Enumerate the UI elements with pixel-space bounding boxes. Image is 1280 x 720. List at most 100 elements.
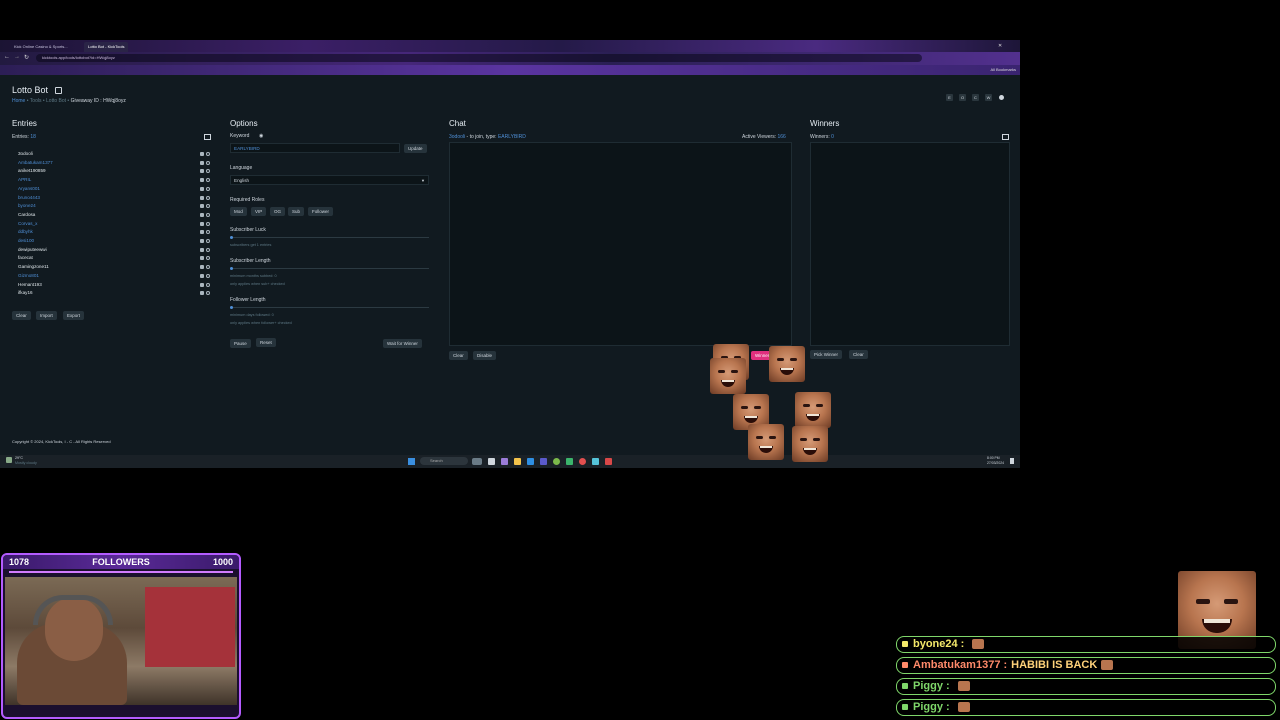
chrome-icon[interactable]: [579, 458, 586, 465]
info-entry-icon[interactable]: [206, 273, 210, 278]
info-entry-icon[interactable]: [206, 152, 210, 156]
start-icon[interactable]: [408, 458, 415, 465]
address-input[interactable]: kicktools.app/tools/lottobot?id=HWqj8oyz: [36, 54, 922, 62]
pause-button[interactable]: Pause: [230, 339, 251, 348]
keyword-input[interactable]: EARLYBIRD: [230, 143, 400, 153]
eye-icon[interactable]: ◉: [259, 133, 263, 139]
role-follower-button[interactable]: Follower: [308, 207, 334, 216]
delete-entry-icon[interactable]: [200, 212, 204, 217]
info-entry-icon[interactable]: [206, 256, 210, 261]
info-entry-icon[interactable]: [206, 212, 210, 217]
taskbar-app-1-icon[interactable]: [472, 458, 482, 465]
info-entry-icon[interactable]: [206, 169, 210, 174]
copy-winners-icon[interactable]: [1002, 134, 1009, 140]
forward-icon[interactable]: →: [14, 54, 20, 60]
wait-for-winner-button[interactable]: Wait for Winner: [383, 339, 422, 348]
taskbar-app-6-icon[interactable]: [592, 458, 599, 465]
taskbar-app-7-icon[interactable]: [605, 458, 612, 465]
info-entry-icon[interactable]: [206, 186, 210, 191]
info-entry-icon[interactable]: [206, 195, 210, 200]
edge-icon[interactable]: [527, 458, 534, 465]
entries-export-button[interactable]: Export: [63, 311, 85, 320]
delete-entry-icon[interactable]: [200, 178, 204, 183]
info-entry-icon[interactable]: [206, 221, 210, 226]
delete-entry-icon[interactable]: [200, 221, 204, 226]
delete-entry-icon[interactable]: [200, 273, 204, 278]
reset-button[interactable]: Reset: [256, 338, 276, 347]
notification-icon[interactable]: [1010, 458, 1014, 464]
info-entry-icon[interactable]: [206, 291, 210, 296]
taskbar-app-5-icon[interactable]: [566, 458, 573, 465]
role-sub-button[interactable]: Sub: [288, 207, 305, 216]
theme-toggle-icon[interactable]: [999, 95, 1004, 100]
entry-row: ifkay16: [18, 289, 210, 298]
headphones: [33, 595, 113, 625]
info-entry-icon[interactable]: [206, 247, 210, 252]
follower-length-slider[interactable]: [230, 306, 429, 309]
delete-entry-icon[interactable]: [200, 265, 204, 270]
chat-disable-button[interactable]: Disable: [473, 351, 497, 360]
all-bookmarks[interactable]: All Bookmarks: [990, 67, 1016, 72]
copy-entries-icon[interactable]: [204, 134, 211, 140]
taskbar-search[interactable]: Search: [420, 457, 468, 465]
info-entry-icon[interactable]: [206, 230, 210, 235]
close-window-icon[interactable]: ✕: [998, 43, 1002, 49]
info-entry-icon[interactable]: [206, 239, 210, 243]
chat-log[interactable]: [449, 142, 792, 346]
taskbar-app-4-icon[interactable]: [553, 458, 560, 465]
giveaway-id: HWqj8oyz: [103, 98, 126, 104]
entries-clear-button[interactable]: Clear: [12, 311, 31, 320]
header-icon-w[interactable]: W: [985, 94, 992, 101]
delete-entry-icon[interactable]: [200, 186, 204, 191]
delete-entry-icon[interactable]: [200, 152, 204, 156]
delete-entry-icon[interactable]: [200, 282, 204, 287]
task-view-icon[interactable]: [488, 458, 495, 465]
delete-entry-icon[interactable]: [200, 247, 204, 252]
info-entry-icon[interactable]: [206, 204, 210, 209]
entries-import-button[interactable]: Import: [36, 311, 57, 320]
info-entry-icon[interactable]: [206, 178, 210, 183]
delete-entry-icon[interactable]: [200, 160, 204, 165]
update-button[interactable]: Update: [404, 144, 427, 153]
breadcrumb-home[interactable]: Home: [12, 98, 25, 104]
header-icon-c[interactable]: C: [972, 94, 979, 101]
delete-entry-icon[interactable]: [200, 169, 204, 174]
info-entry-icon[interactable]: [206, 265, 210, 270]
back-icon[interactable]: ←: [4, 54, 10, 60]
header-icon-o[interactable]: O: [959, 94, 966, 101]
delete-entry-icon[interactable]: [200, 256, 204, 261]
weather-icon[interactable]: [6, 457, 12, 463]
sub-length-slider[interactable]: [230, 267, 429, 270]
taskbar-app-3-icon[interactable]: [540, 458, 547, 465]
winners-clear-button[interactable]: Clear: [849, 350, 868, 359]
delete-entry-icon[interactable]: [200, 195, 204, 200]
tab-lotto-bot[interactable]: Lotto Bot - KickTools: [84, 42, 129, 52]
copy-icon[interactable]: [55, 87, 62, 94]
follower-length-note: only applies when follower+ checked: [230, 321, 292, 325]
pick-winner-button[interactable]: Pick Winner: [810, 350, 843, 359]
delete-entry-icon[interactable]: [200, 230, 204, 235]
language-select[interactable]: English ▼: [230, 175, 429, 185]
sub-luck-slider[interactable]: [230, 236, 429, 239]
entries-heading: Entries: [12, 119, 37, 128]
taskbar-app-2-icon[interactable]: [501, 458, 508, 465]
breadcrumb-tools[interactable]: Tools: [30, 98, 42, 104]
role-og-button[interactable]: OG: [270, 207, 286, 216]
delete-entry-icon[interactable]: [200, 291, 204, 296]
chat-badge-icon: [902, 683, 908, 689]
entry-name: bruno4443: [18, 194, 40, 200]
breadcrumb-lotto-bot[interactable]: Lotto Bot: [46, 98, 66, 104]
entry-row: 3odooli: [18, 150, 210, 159]
delete-entry-icon[interactable]: [200, 239, 204, 243]
chat-clear-button[interactable]: Clear: [449, 351, 468, 360]
delete-entry-icon[interactable]: [200, 204, 204, 209]
entry-name: Corvas_x: [18, 220, 38, 226]
tab-kick[interactable]: Kick Online Casino & Sports...: [10, 42, 72, 52]
header-icon-e[interactable]: E: [946, 94, 953, 101]
role-mod-button[interactable]: Mod: [230, 207, 247, 216]
role-vip-button[interactable]: VIP: [251, 207, 267, 216]
info-entry-icon[interactable]: [206, 160, 210, 165]
file-explorer-icon[interactable]: [514, 458, 521, 465]
info-entry-icon[interactable]: [206, 282, 210, 287]
reload-icon[interactable]: ↻: [24, 54, 29, 61]
